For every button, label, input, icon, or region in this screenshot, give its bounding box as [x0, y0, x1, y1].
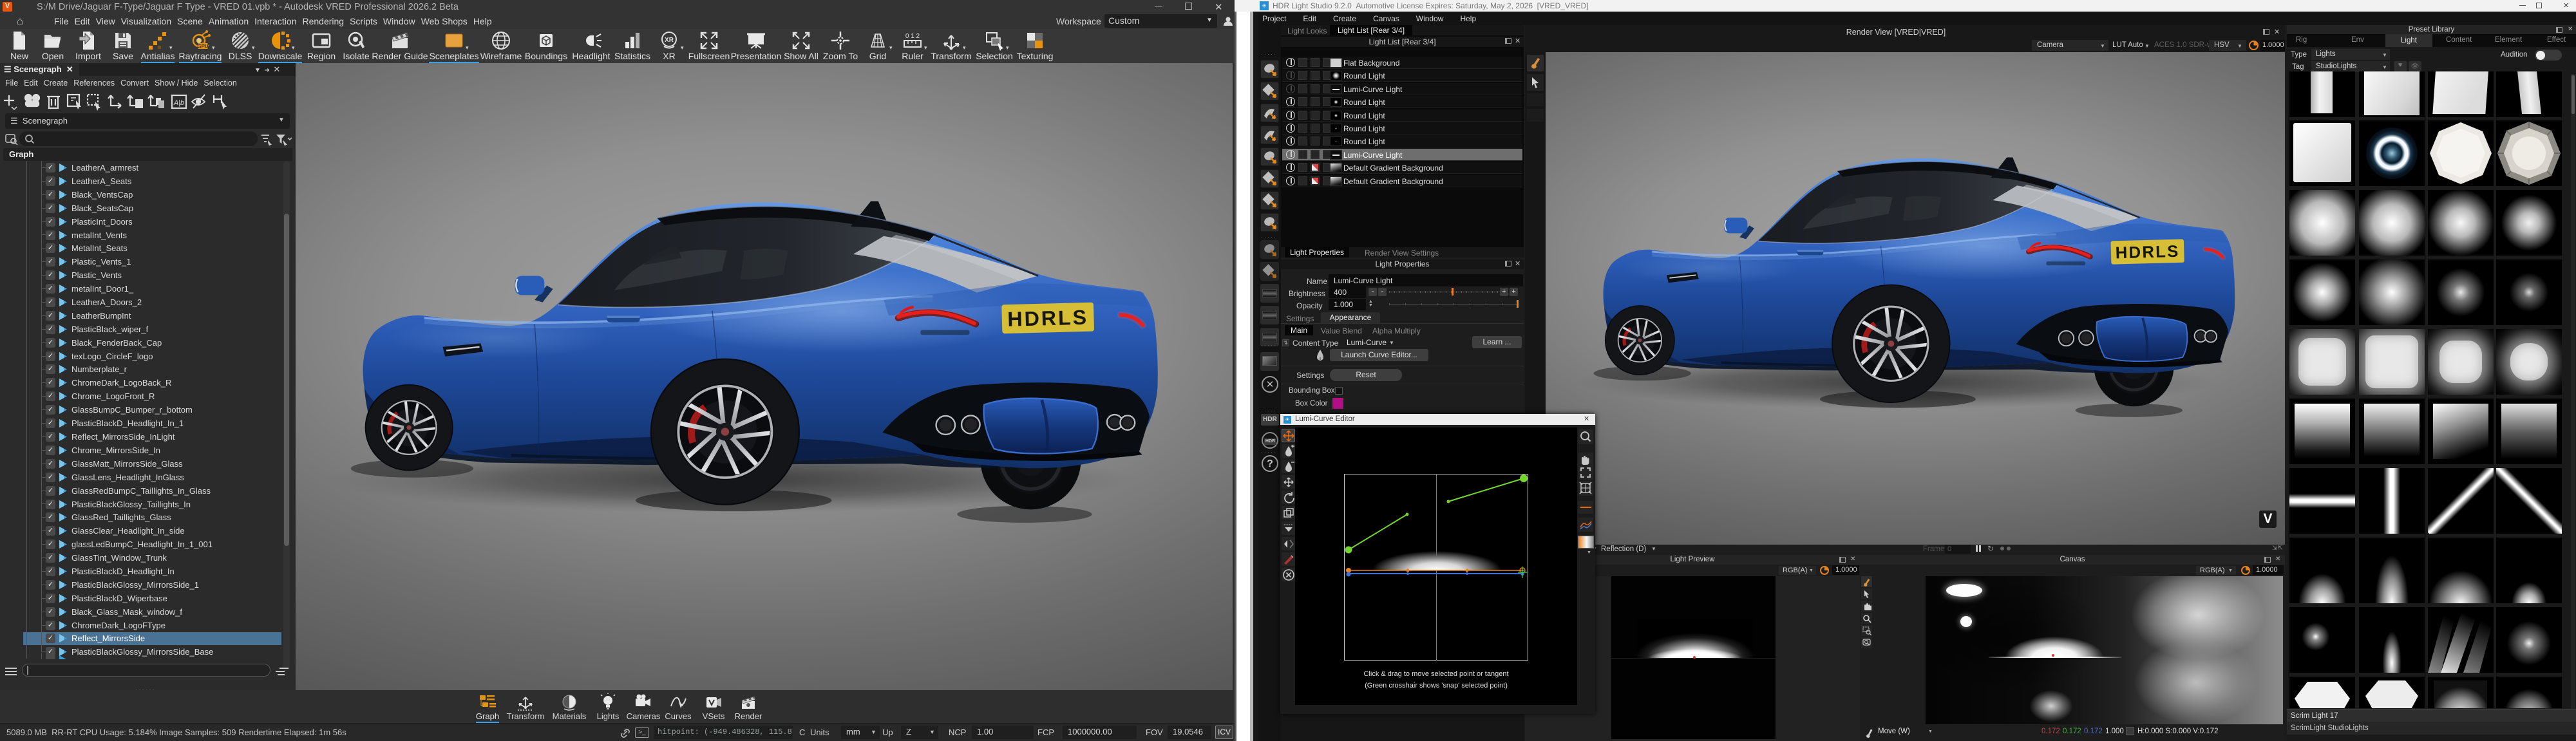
- svg-text:A|b: A|b: [173, 99, 184, 107]
